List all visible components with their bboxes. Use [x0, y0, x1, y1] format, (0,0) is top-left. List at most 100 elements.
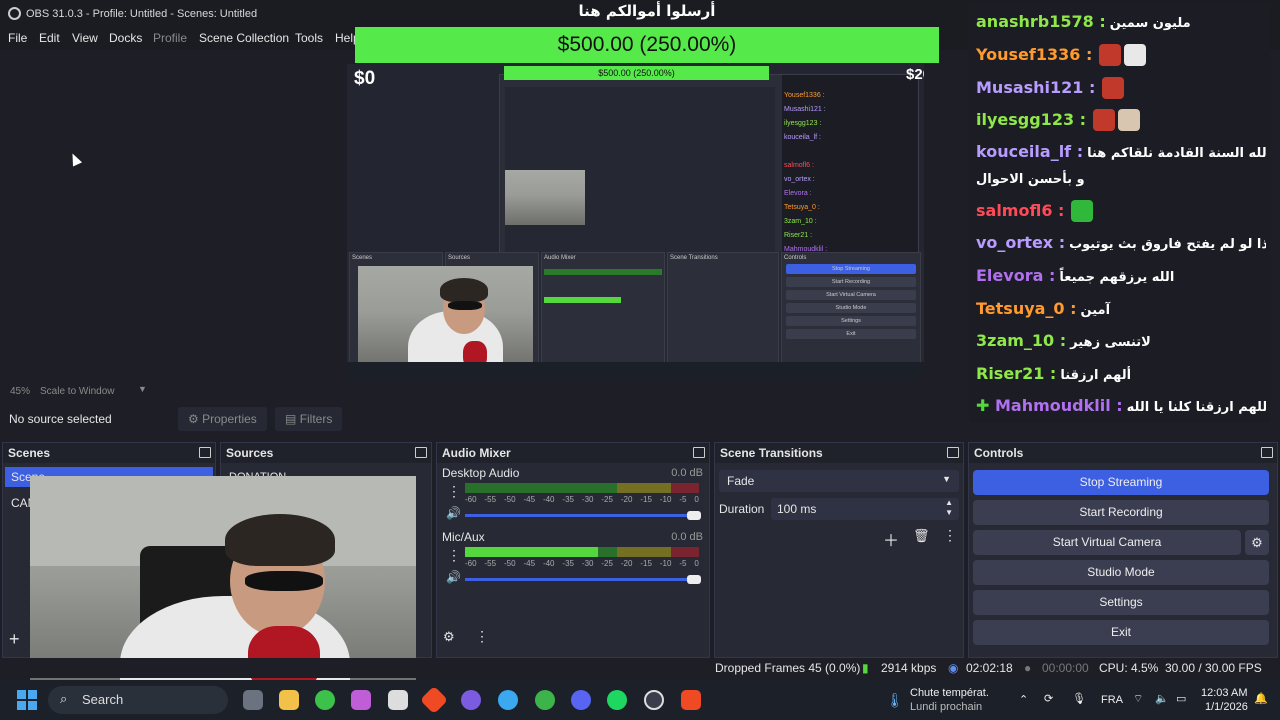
menu-profile[interactable]: Profile — [153, 31, 187, 45]
bitrate: 2914 kbps — [881, 661, 937, 675]
badge-icon: ✚ — [976, 396, 995, 415]
speaker-icon[interactable]: 🔊 — [446, 506, 461, 520]
menu-docks[interactable]: Docks — [109, 31, 142, 45]
meter-tick: -35 — [562, 495, 574, 504]
exit-button[interactable]: Exit — [973, 620, 1269, 645]
git-icon[interactable] — [419, 685, 449, 715]
sources-header: Sources — [221, 443, 431, 463]
settings-button[interactable]: Settings — [973, 590, 1269, 615]
file-explorer-icon[interactable] — [279, 690, 299, 710]
slider-knob[interactable] — [687, 575, 701, 584]
properties-button[interactable]: ⚙ Properties — [178, 407, 267, 431]
meter-tick: -35 — [562, 559, 574, 568]
slider-knob[interactable] — [687, 511, 701, 520]
stop-streaming-button[interactable]: Stop Streaming — [973, 470, 1269, 495]
meter-tick: -25 — [601, 559, 613, 568]
weather-title[interactable]: Chute températ. — [910, 687, 989, 699]
properties-label: Properties — [202, 412, 257, 426]
sources-title: Sources — [226, 446, 274, 460]
gear-icon[interactable]: ⚙ — [443, 629, 455, 645]
nested-taskbar — [347, 362, 924, 379]
meter-tick: -5 — [679, 495, 687, 504]
popout-icon[interactable] — [415, 447, 427, 458]
spotify-icon[interactable] — [607, 690, 627, 710]
preview-canvas[interactable]: Yousef1336 : Musashi121 : ilyesgg123 : k… — [347, 64, 924, 379]
windows-start-icon[interactable] — [17, 690, 37, 710]
menu-scene-collection[interactable]: Scene Collection — [199, 31, 289, 45]
popout-icon[interactable] — [199, 447, 211, 458]
duration-value: 100 ms — [777, 502, 817, 516]
filters-button[interactable]: ▤ Filters — [275, 407, 343, 431]
transition-select[interactable]: Fade ▼ — [719, 470, 959, 492]
task-view-icon[interactable] — [243, 690, 263, 710]
sync-icon[interactable]: ⟳ — [1044, 692, 1053, 705]
whatsapp-icon[interactable] — [535, 690, 555, 710]
popout-icon[interactable] — [947, 447, 959, 458]
obs-icon[interactable] — [644, 690, 664, 710]
taskbar-search[interactable]: ⌕ Search — [48, 686, 228, 714]
brave-icon[interactable] — [681, 690, 701, 710]
add-transition-button[interactable]: ＋ — [883, 527, 899, 551]
add-scene-button[interactable]: + — [9, 629, 20, 650]
chrome-icon[interactable] — [498, 690, 518, 710]
popout-icon[interactable] — [1261, 447, 1273, 458]
nested-donation-bar: $500.00 (250.00%) — [504, 66, 769, 80]
meter-tick: -45 — [523, 559, 536, 568]
start-virtual-camera-button[interactable]: Start Virtual Camera — [973, 530, 1241, 555]
speaker-icon[interactable]: 🔊 — [446, 570, 461, 584]
chevron-up-icon[interactable]: ⌃ — [1019, 693, 1028, 706]
chevron-down-icon[interactable]: ▼ — [138, 384, 147, 394]
chat-username: kouceila_lf : — [976, 142, 1084, 161]
pepe-red-emote-icon — [1099, 44, 1122, 66]
search-label: Search — [82, 692, 124, 707]
transitions-header: Scene Transitions — [715, 443, 963, 463]
spin-arrows-icon[interactable]: ▲ ▼ — [945, 498, 953, 518]
meter-tick: -40 — [542, 495, 555, 504]
fps: 30.00 / 30.00 FPS — [1165, 661, 1262, 675]
donation-progress-bar: $500.00 (250.00%) — [355, 27, 939, 63]
meter-tick: -50 — [503, 495, 516, 504]
desktop-volume-slider[interactable] — [465, 511, 701, 520]
clock-time[interactable]: 12:03 AM — [1201, 687, 1247, 699]
gear-icon: ⚙ — [188, 412, 199, 426]
audio-mixer-dock: Audio Mixer Desktop Audio 0.0 dB ⋮ -60 -5… — [436, 442, 710, 658]
popout-icon[interactable] — [693, 447, 705, 458]
menu-edit[interactable]: Edit — [39, 31, 60, 45]
kebab-menu-icon[interactable]: ⋮ — [447, 483, 461, 500]
kebab-menu-icon[interactable]: ⋮ — [447, 547, 461, 564]
mic-volume-slider[interactable] — [465, 575, 701, 584]
meter-tick: -20 — [620, 559, 633, 568]
notifications-icon[interactable]: 🔔 — [1254, 692, 1268, 705]
clock-date[interactable]: 1/1/2026 — [1205, 701, 1248, 713]
chevron-down-icon: ▼ — [942, 474, 951, 484]
kebab-menu-icon[interactable]: ⋮ — [943, 527, 957, 544]
meter-tick: -15 — [640, 559, 652, 568]
studio-mode-button[interactable]: Studio Mode — [973, 560, 1269, 585]
battery-icon[interactable]: ▭ — [1176, 692, 1186, 705]
meter-tick: -30 — [581, 495, 594, 504]
status-bar: Dropped Frames 45 (0.0%) ▮ 2914 kbps ◉ 0… — [0, 658, 1280, 678]
signal-icon: ▮ — [862, 661, 869, 675]
menu-tools[interactable]: Tools — [295, 31, 323, 45]
discord-icon[interactable] — [571, 690, 591, 710]
scale-mode-select[interactable]: Scale to Window — [40, 386, 114, 397]
app-plus-icon[interactable] — [315, 690, 335, 710]
kebab-menu-icon[interactable]: ⋮ — [475, 628, 489, 645]
paint-icon[interactable] — [351, 690, 371, 710]
thermometer-icon: 🌡 — [886, 692, 904, 708]
microphone-icon[interactable]: 🎙 — [1072, 692, 1086, 705]
store-icon[interactable] — [388, 690, 408, 710]
no-source-label: No source selected — [9, 412, 112, 426]
wifi-icon[interactable]: ⌔ — [1133, 692, 1143, 706]
duration-input[interactable]: 100 ms ▲ ▼ — [771, 498, 959, 520]
menu-view[interactable]: View — [72, 31, 98, 45]
virtual-camera-settings-icon[interactable]: ⚙ — [1245, 530, 1269, 555]
trash-icon[interactable]: 🗑 — [913, 528, 930, 544]
chat-app-icon[interactable] — [461, 690, 481, 710]
language-indicator[interactable]: FRA — [1101, 694, 1123, 706]
start-recording-button[interactable]: Start Recording — [973, 500, 1269, 525]
volume-icon[interactable]: 🔈 — [1155, 692, 1169, 705]
weather-subtitle[interactable]: Lundi prochain — [910, 701, 982, 713]
menu-file[interactable]: File — [8, 31, 27, 45]
chat-text: ماذا لو لم يفتح فاروق بث يوتيوب — [1069, 237, 1266, 252]
